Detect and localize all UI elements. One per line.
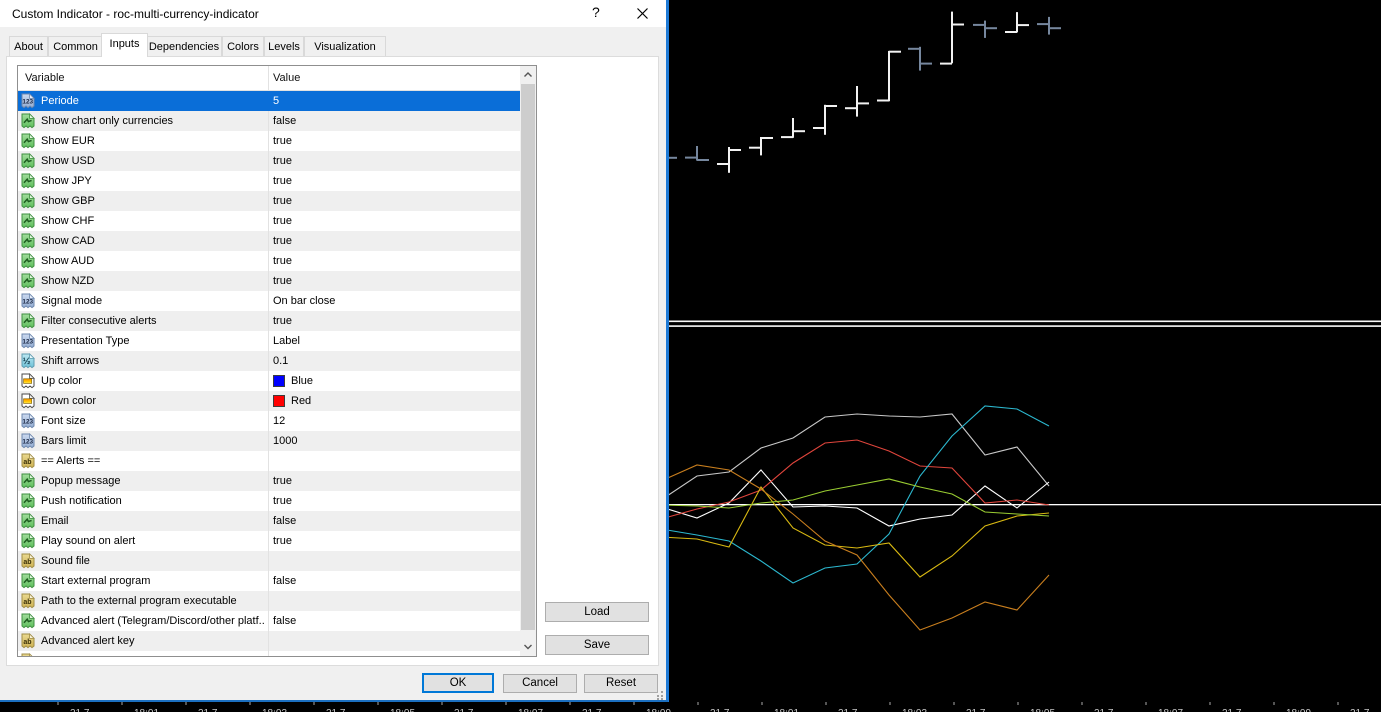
svg-text:123: 123 bbox=[22, 99, 33, 106]
svg-text:ab: ab bbox=[23, 559, 31, 566]
svg-text:123: 123 bbox=[22, 299, 33, 306]
svg-text:ab: ab bbox=[23, 459, 31, 466]
svg-text:½: ½ bbox=[23, 356, 31, 367]
svg-text:123: 123 bbox=[22, 439, 33, 446]
svg-text:ab: ab bbox=[23, 639, 31, 646]
svg-text:123: 123 bbox=[22, 419, 33, 426]
svg-text:123: 123 bbox=[22, 339, 33, 346]
svg-text:ab: ab bbox=[23, 599, 31, 606]
